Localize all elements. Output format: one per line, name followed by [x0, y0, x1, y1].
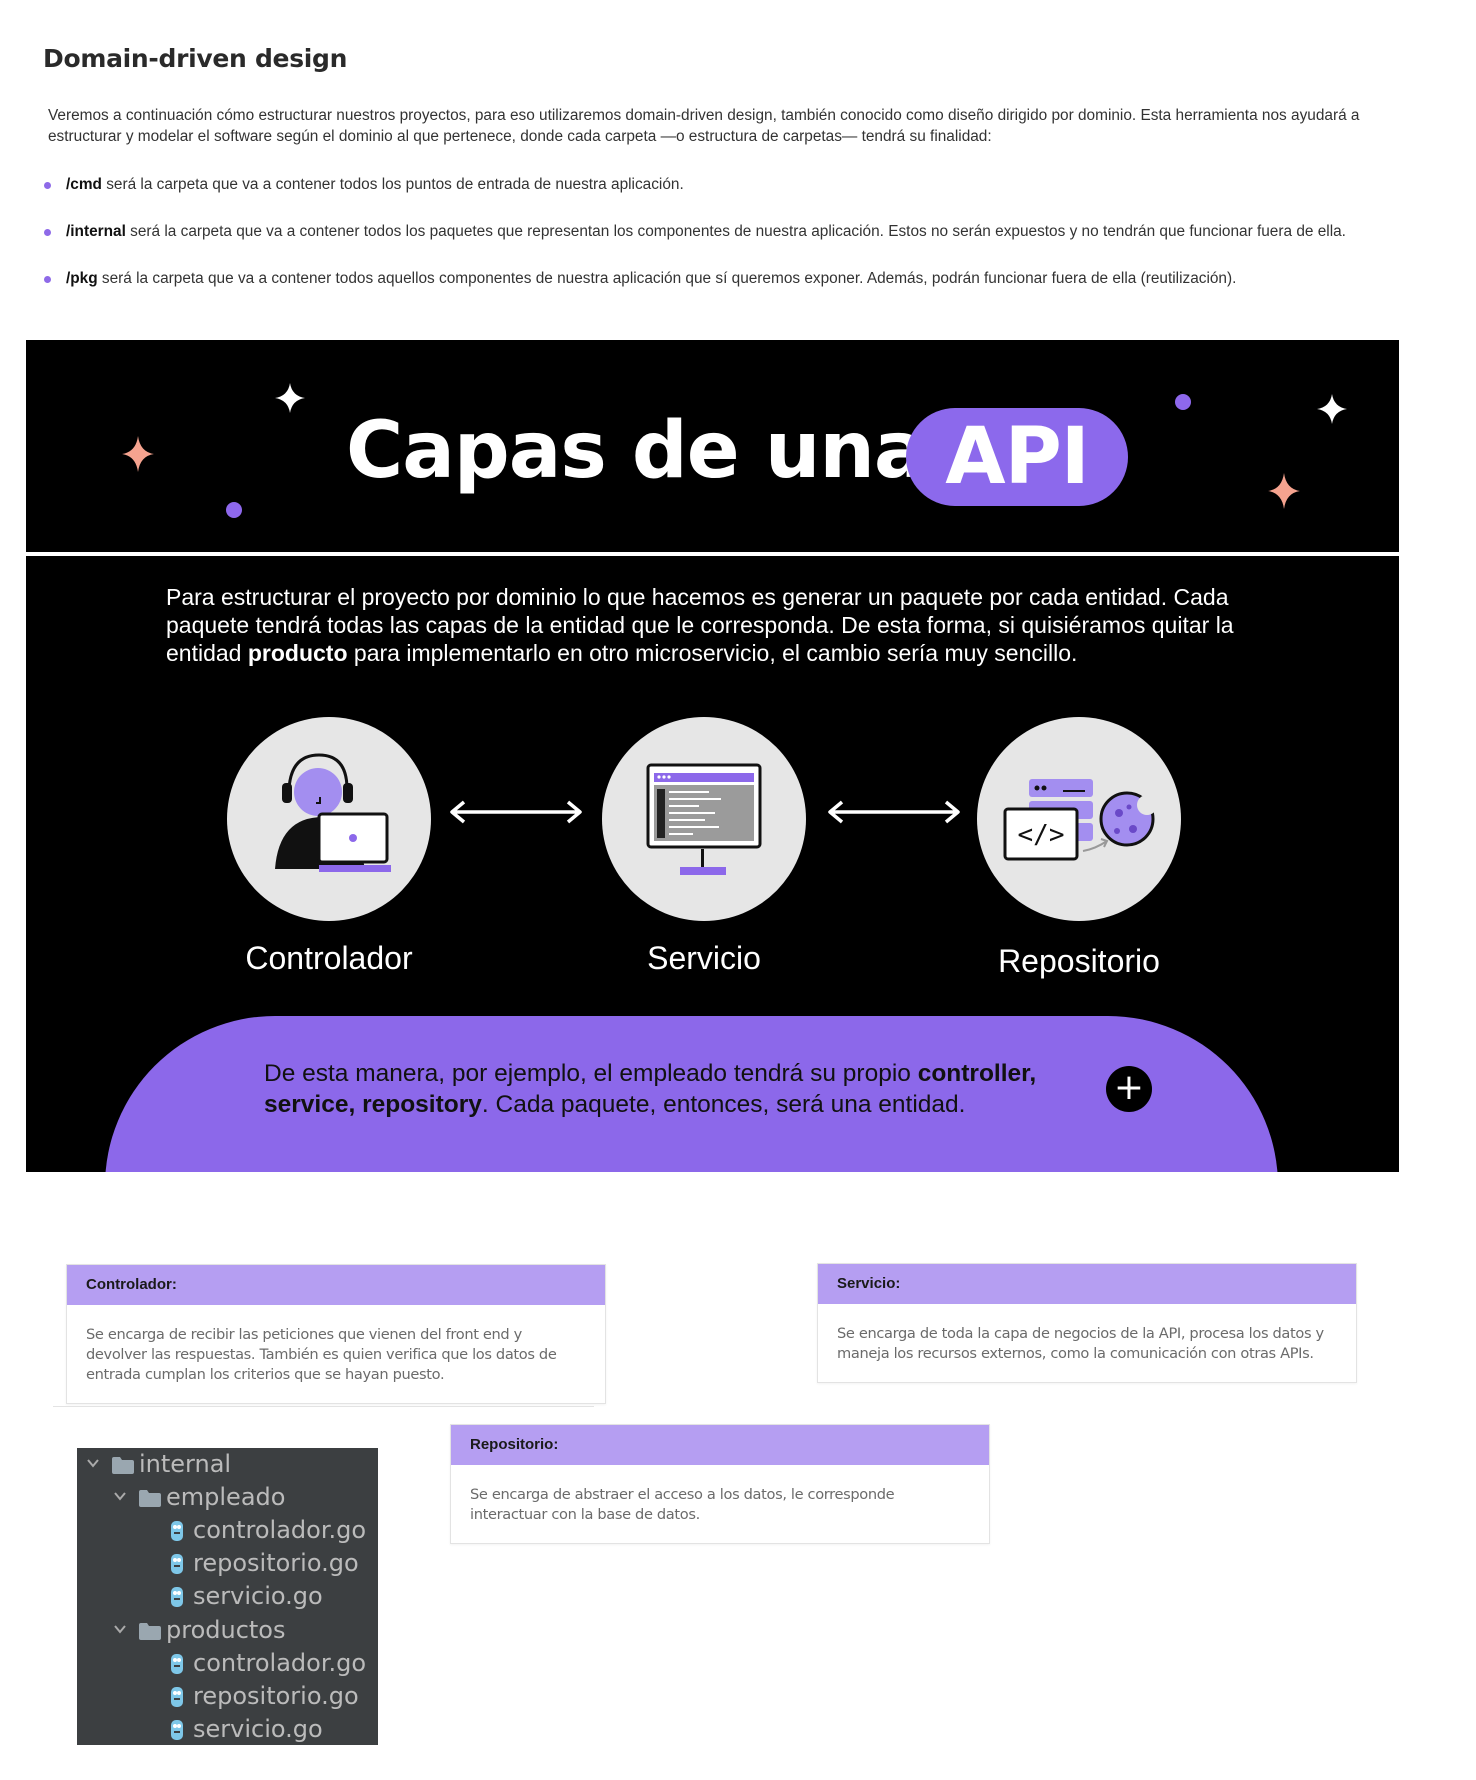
monitor-icon — [646, 763, 762, 875]
bullet-term: /internal — [66, 223, 126, 240]
tree-folder-empleado[interactable]: empleado — [77, 1481, 378, 1514]
sparkle-icon — [275, 383, 305, 413]
bullet-term: /cmd — [66, 176, 102, 193]
bullet-dot — [44, 182, 51, 189]
chevron-down-icon[interactable] — [113, 1622, 127, 1636]
decor-dot — [226, 502, 242, 518]
divider — [53, 1406, 594, 1407]
decor-dot — [1175, 394, 1191, 410]
page-title: Domain-driven design — [43, 44, 348, 73]
intro-paragraph: Veremos a continuación cómo estructurar … — [48, 107, 1360, 145]
sparkle-icon — [1317, 394, 1347, 424]
layer-label-servicio: Servicio — [647, 940, 761, 976]
go-file-icon — [171, 1521, 183, 1541]
summary-text-part: De esta manera, por ejemplo, el empleado… — [264, 1060, 918, 1087]
tree-label: servicio.go — [193, 1715, 323, 1743]
card-title: Servicio: — [818, 1264, 1356, 1304]
tree-file[interactable]: repositorio.go — [77, 1680, 378, 1713]
tree-file[interactable]: controlador.go — [77, 1647, 378, 1680]
code-database-icon: </> — [1003, 779, 1157, 861]
svg-text:</>: </> — [1018, 820, 1065, 850]
double-arrow-icon — [450, 800, 582, 824]
tree-label: controlador.go — [193, 1649, 367, 1677]
go-file-icon — [171, 1654, 183, 1674]
bullet-term: /pkg — [66, 270, 98, 287]
tree-label: empleado — [166, 1483, 286, 1511]
api-badge: API — [906, 408, 1128, 506]
go-file-icon — [171, 1687, 183, 1707]
folder-icon — [139, 1623, 161, 1640]
repositorio-circle: </> — [977, 717, 1181, 921]
servicio-circle — [602, 717, 806, 921]
folder-icon — [112, 1457, 134, 1474]
bullet-text: será la carpeta que va a contener todos … — [101, 176, 684, 193]
tree-label: internal — [139, 1450, 232, 1478]
card-body: Se encarga de toda la capa de negocios d… — [837, 1325, 1324, 1362]
card-repositorio: Repositorio: Se encarga de abstraer el a… — [450, 1424, 990, 1544]
sparkle-icon — [1268, 473, 1300, 509]
tree-file[interactable]: servicio.go — [77, 1580, 378, 1613]
chevron-down-icon[interactable] — [86, 1456, 100, 1470]
summary-text-part: . Cada paquete, entonces, será una entid… — [481, 1091, 966, 1118]
bullet-text: será la carpeta que va a contener todos … — [97, 270, 1237, 287]
layer-label-controlador: Controlador — [245, 940, 413, 976]
go-file-icon — [171, 1720, 183, 1740]
tree-folder-productos[interactable]: productos — [77, 1614, 378, 1647]
infographic-title: Capas de una — [346, 406, 927, 496]
card-servicio: Servicio: Se encarga de toda la capa de … — [817, 1263, 1357, 1383]
tree-label: servicio.go — [193, 1582, 323, 1610]
card-body: Se encarga de abstraer el acceso a los d… — [470, 1486, 895, 1523]
infographic-header: Capas de una API — [26, 340, 1399, 552]
tree-folder-internal[interactable]: internal — [77, 1448, 378, 1481]
infographic-description: Para estructurar el proyecto por dominio… — [166, 583, 1286, 667]
tree-label: productos — [166, 1616, 286, 1644]
user-laptop-icon — [275, 753, 391, 872]
expand-plus-button[interactable]: + — [1106, 1066, 1152, 1112]
go-file-icon — [171, 1554, 183, 1574]
api-layers-infographic: Capas de una API Para estructurar el pro… — [26, 340, 1399, 1172]
bullet-dot — [44, 276, 51, 283]
controlador-circle — [227, 717, 431, 921]
bullet-text: será la carpeta que va a contener todos … — [125, 223, 1346, 240]
tree-label: repositorio.go — [193, 1549, 359, 1577]
card-body: Se encarga de recibir las peticiones que… — [86, 1326, 557, 1383]
description-bold: producto — [247, 640, 348, 666]
card-controlador: Controlador: Se encarga de recibir las p… — [66, 1264, 606, 1404]
sparkle-icon — [122, 436, 154, 472]
go-file-icon — [171, 1587, 183, 1607]
folder-icon — [139, 1490, 161, 1507]
bullet-dot — [44, 229, 51, 236]
tree-file[interactable]: controlador.go — [77, 1514, 378, 1547]
tree-file[interactable]: repositorio.go — [77, 1547, 378, 1580]
file-tree: internal empleado controlador.go reposit… — [77, 1448, 378, 1745]
tree-label: repositorio.go — [193, 1682, 359, 1710]
double-arrow-icon — [828, 800, 960, 824]
description-text: para implementarlo en otro microservicio… — [347, 640, 1078, 666]
summary-text: De esta manera, por ejemplo, el empleado… — [264, 1058, 1104, 1120]
tree-label: controlador.go — [193, 1516, 367, 1544]
chevron-down-icon[interactable] — [113, 1489, 127, 1503]
layer-label-repositorio: Repositorio — [998, 943, 1160, 979]
card-title: Controlador: — [67, 1265, 605, 1305]
card-title: Repositorio: — [451, 1425, 989, 1465]
tree-file[interactable]: servicio.go — [77, 1713, 378, 1745]
divider — [26, 552, 1399, 556]
